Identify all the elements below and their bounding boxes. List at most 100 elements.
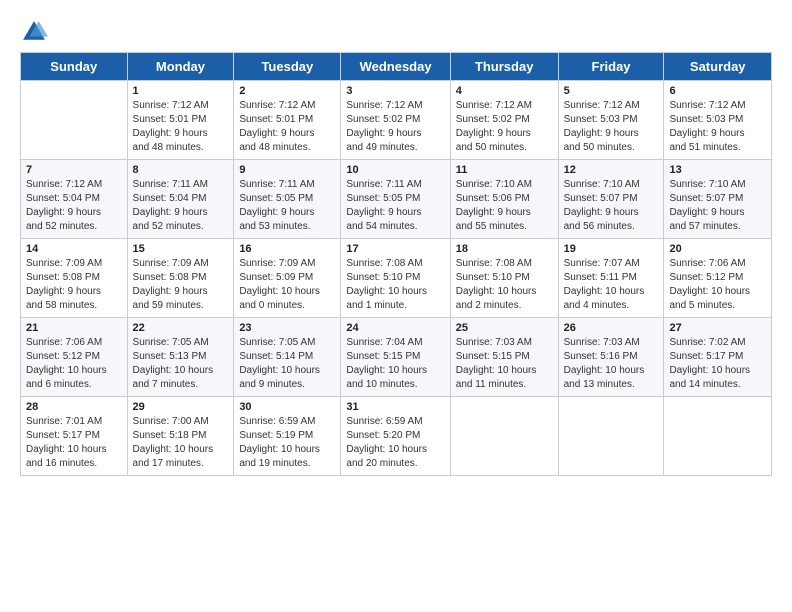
- calendar-day-cell: [664, 397, 772, 476]
- day-info: Sunrise: 6:59 AM Sunset: 5:20 PM Dayligh…: [346, 415, 444, 471]
- day-number: 6: [669, 85, 766, 97]
- day-number: 11: [456, 164, 553, 176]
- day-info: Sunrise: 7:12 AM Sunset: 5:02 PM Dayligh…: [456, 99, 553, 155]
- day-number: 17: [346, 243, 444, 255]
- day-number: 10: [346, 164, 444, 176]
- weekday-header-row: SundayMondayTuesdayWednesdayThursdayFrid…: [21, 53, 772, 81]
- calendar-day-cell: 14 Sunrise: 7:09 AM Sunset: 5:08 PM Dayli…: [21, 239, 128, 318]
- calendar-day-cell: 9Sunrise: 7:11 AM Sunset: 5:05 PM Daylig…: [234, 160, 341, 239]
- day-number: 8: [133, 164, 229, 176]
- calendar-day-cell: 8 Sunrise: 7:11 AM Sunset: 5:04 PM Daylig…: [127, 160, 234, 239]
- calendar-day-cell: 16 Sunrise: 7:09 AM Sunset: 5:09 PM Dayli…: [234, 239, 341, 318]
- calendar-day-cell: 22 Sunrise: 7:05 AM Sunset: 5:13 PM Dayli…: [127, 318, 234, 397]
- calendar-day-cell: 10 Sunrise: 7:11 AM Sunset: 5:05 PM Dayli…: [341, 160, 450, 239]
- day-info: Sunrise: 7:03 AM Sunset: 5:15 PM Dayligh…: [456, 336, 553, 392]
- day-info: Sunrise: 7:00 AM Sunset: 5:18 PM Dayligh…: [133, 415, 229, 471]
- day-number: 23: [239, 322, 335, 334]
- calendar-day-cell: [558, 397, 664, 476]
- day-number: 27: [669, 322, 766, 334]
- calendar-day-cell: 12Sunrise: 7:10 AM Sunset: 5:07 PM Dayli…: [558, 160, 664, 239]
- day-info: Sunrise: 7:03 AM Sunset: 5:16 PM Dayligh…: [564, 336, 659, 392]
- day-number: 14: [26, 243, 122, 255]
- calendar-week-row: 7 Sunrise: 7:12 AM Sunset: 5:04 PM Daylig…: [21, 160, 772, 239]
- weekday-header-cell: Friday: [558, 53, 664, 81]
- day-number: 28: [26, 401, 122, 413]
- calendar-day-cell: 27 Sunrise: 7:02 AM Sunset: 5:17 PM Dayli…: [664, 318, 772, 397]
- calendar-day-cell: [21, 81, 128, 160]
- day-number: 24: [346, 322, 444, 334]
- day-number: 3: [346, 85, 444, 97]
- calendar-table: SundayMondayTuesdayWednesdayThursdayFrid…: [20, 52, 772, 476]
- day-info: Sunrise: 7:06 AM Sunset: 5:12 PM Dayligh…: [669, 257, 766, 313]
- day-number: 16: [239, 243, 335, 255]
- day-number: 4: [456, 85, 553, 97]
- day-info: Sunrise: 7:12 AM Sunset: 5:04 PM Dayligh…: [26, 178, 122, 234]
- weekday-header-cell: Tuesday: [234, 53, 341, 81]
- day-number: 1: [133, 85, 229, 97]
- calendar-day-cell: 17 Sunrise: 7:08 AM Sunset: 5:10 PM Dayli…: [341, 239, 450, 318]
- weekday-header-cell: Sunday: [21, 53, 128, 81]
- weekday-header-cell: Monday: [127, 53, 234, 81]
- day-info: Sunrise: 6:59 AM Sunset: 5:19 PM Dayligh…: [239, 415, 335, 471]
- day-info: Sunrise: 7:04 AM Sunset: 5:15 PM Dayligh…: [346, 336, 444, 392]
- calendar-week-row: 21Sunrise: 7:06 AM Sunset: 5:12 PM Dayli…: [21, 318, 772, 397]
- day-number: 30: [239, 401, 335, 413]
- logo: [20, 18, 52, 46]
- day-number: 13: [669, 164, 766, 176]
- day-info: Sunrise: 7:10 AM Sunset: 5:07 PM Dayligh…: [564, 178, 659, 234]
- day-number: 9: [239, 164, 335, 176]
- day-info: Sunrise: 7:01 AM Sunset: 5:17 PM Dayligh…: [26, 415, 122, 471]
- day-number: 22: [133, 322, 229, 334]
- calendar-week-row: 28 Sunrise: 7:01 AM Sunset: 5:17 PM Dayli…: [21, 397, 772, 476]
- calendar-day-cell: 20 Sunrise: 7:06 AM Sunset: 5:12 PM Dayli…: [664, 239, 772, 318]
- calendar-day-cell: 7 Sunrise: 7:12 AM Sunset: 5:04 PM Daylig…: [21, 160, 128, 239]
- day-info: Sunrise: 7:05 AM Sunset: 5:14 PM Dayligh…: [239, 336, 335, 392]
- calendar-day-cell: 6 Sunrise: 7:12 AM Sunset: 5:03 PM Daylig…: [664, 81, 772, 160]
- calendar-day-cell: 13 Sunrise: 7:10 AM Sunset: 5:07 PM Dayli…: [664, 160, 772, 239]
- day-number: 2: [239, 85, 335, 97]
- day-info: Sunrise: 7:11 AM Sunset: 5:05 PM Dayligh…: [346, 178, 444, 234]
- day-info: Sunrise: 7:11 AM Sunset: 5:04 PM Dayligh…: [133, 178, 229, 234]
- page-header: [20, 10, 772, 46]
- day-info: Sunrise: 7:06 AM Sunset: 5:12 PM Dayligh…: [26, 336, 122, 392]
- day-info: Sunrise: 7:09 AM Sunset: 5:08 PM Dayligh…: [26, 257, 122, 313]
- calendar-day-cell: 31Sunrise: 6:59 AM Sunset: 5:20 PM Dayli…: [341, 397, 450, 476]
- weekday-header-cell: Thursday: [450, 53, 558, 81]
- calendar-day-cell: [450, 397, 558, 476]
- day-info: Sunrise: 7:09 AM Sunset: 5:08 PM Dayligh…: [133, 257, 229, 313]
- day-info: Sunrise: 7:10 AM Sunset: 5:07 PM Dayligh…: [669, 178, 766, 234]
- calendar-day-cell: 26Sunrise: 7:03 AM Sunset: 5:16 PM Dayli…: [558, 318, 664, 397]
- logo-icon: [20, 18, 48, 46]
- calendar-day-cell: 28 Sunrise: 7:01 AM Sunset: 5:17 PM Dayli…: [21, 397, 128, 476]
- day-info: Sunrise: 7:08 AM Sunset: 5:10 PM Dayligh…: [346, 257, 444, 313]
- calendar-day-cell: 4 Sunrise: 7:12 AM Sunset: 5:02 PM Daylig…: [450, 81, 558, 160]
- calendar-body: 1 Sunrise: 7:12 AM Sunset: 5:01 PM Daylig…: [21, 81, 772, 476]
- day-info: Sunrise: 7:09 AM Sunset: 5:09 PM Dayligh…: [239, 257, 335, 313]
- day-number: 5: [564, 85, 659, 97]
- calendar-day-cell: 3Sunrise: 7:12 AM Sunset: 5:02 PM Daylig…: [341, 81, 450, 160]
- day-number: 18: [456, 243, 553, 255]
- day-info: Sunrise: 7:12 AM Sunset: 5:03 PM Dayligh…: [669, 99, 766, 155]
- day-number: 19: [564, 243, 659, 255]
- day-number: 15: [133, 243, 229, 255]
- day-info: Sunrise: 7:10 AM Sunset: 5:06 PM Dayligh…: [456, 178, 553, 234]
- day-number: 25: [456, 322, 553, 334]
- calendar-day-cell: 29 Sunrise: 7:00 AM Sunset: 5:18 PM Dayli…: [127, 397, 234, 476]
- weekday-header-cell: Saturday: [664, 53, 772, 81]
- calendar-day-cell: 1Sunrise: 7:12 AM Sunset: 5:01 PM Daylig…: [127, 81, 234, 160]
- calendar-day-cell: 23 Sunrise: 7:05 AM Sunset: 5:14 PM Dayli…: [234, 318, 341, 397]
- day-number: 20: [669, 243, 766, 255]
- day-number: 7: [26, 164, 122, 176]
- calendar-day-cell: 21Sunrise: 7:06 AM Sunset: 5:12 PM Dayli…: [21, 318, 128, 397]
- day-info: Sunrise: 7:02 AM Sunset: 5:17 PM Dayligh…: [669, 336, 766, 392]
- calendar-day-cell: 11 Sunrise: 7:10 AM Sunset: 5:06 PM Dayli…: [450, 160, 558, 239]
- day-number: 29: [133, 401, 229, 413]
- day-info: Sunrise: 7:07 AM Sunset: 5:11 PM Dayligh…: [564, 257, 659, 313]
- calendar-day-cell: 5Sunrise: 7:12 AM Sunset: 5:03 PM Daylig…: [558, 81, 664, 160]
- calendar-day-cell: 2 Sunrise: 7:12 AM Sunset: 5:01 PM Daylig…: [234, 81, 341, 160]
- calendar-week-row: 1 Sunrise: 7:12 AM Sunset: 5:01 PM Daylig…: [21, 81, 772, 160]
- calendar-day-cell: 15 Sunrise: 7:09 AM Sunset: 5:08 PM Dayli…: [127, 239, 234, 318]
- day-info: Sunrise: 7:12 AM Sunset: 5:01 PM Dayligh…: [239, 99, 335, 155]
- calendar-day-cell: 25 Sunrise: 7:03 AM Sunset: 5:15 PM Dayli…: [450, 318, 558, 397]
- day-info: Sunrise: 7:05 AM Sunset: 5:13 PM Dayligh…: [133, 336, 229, 392]
